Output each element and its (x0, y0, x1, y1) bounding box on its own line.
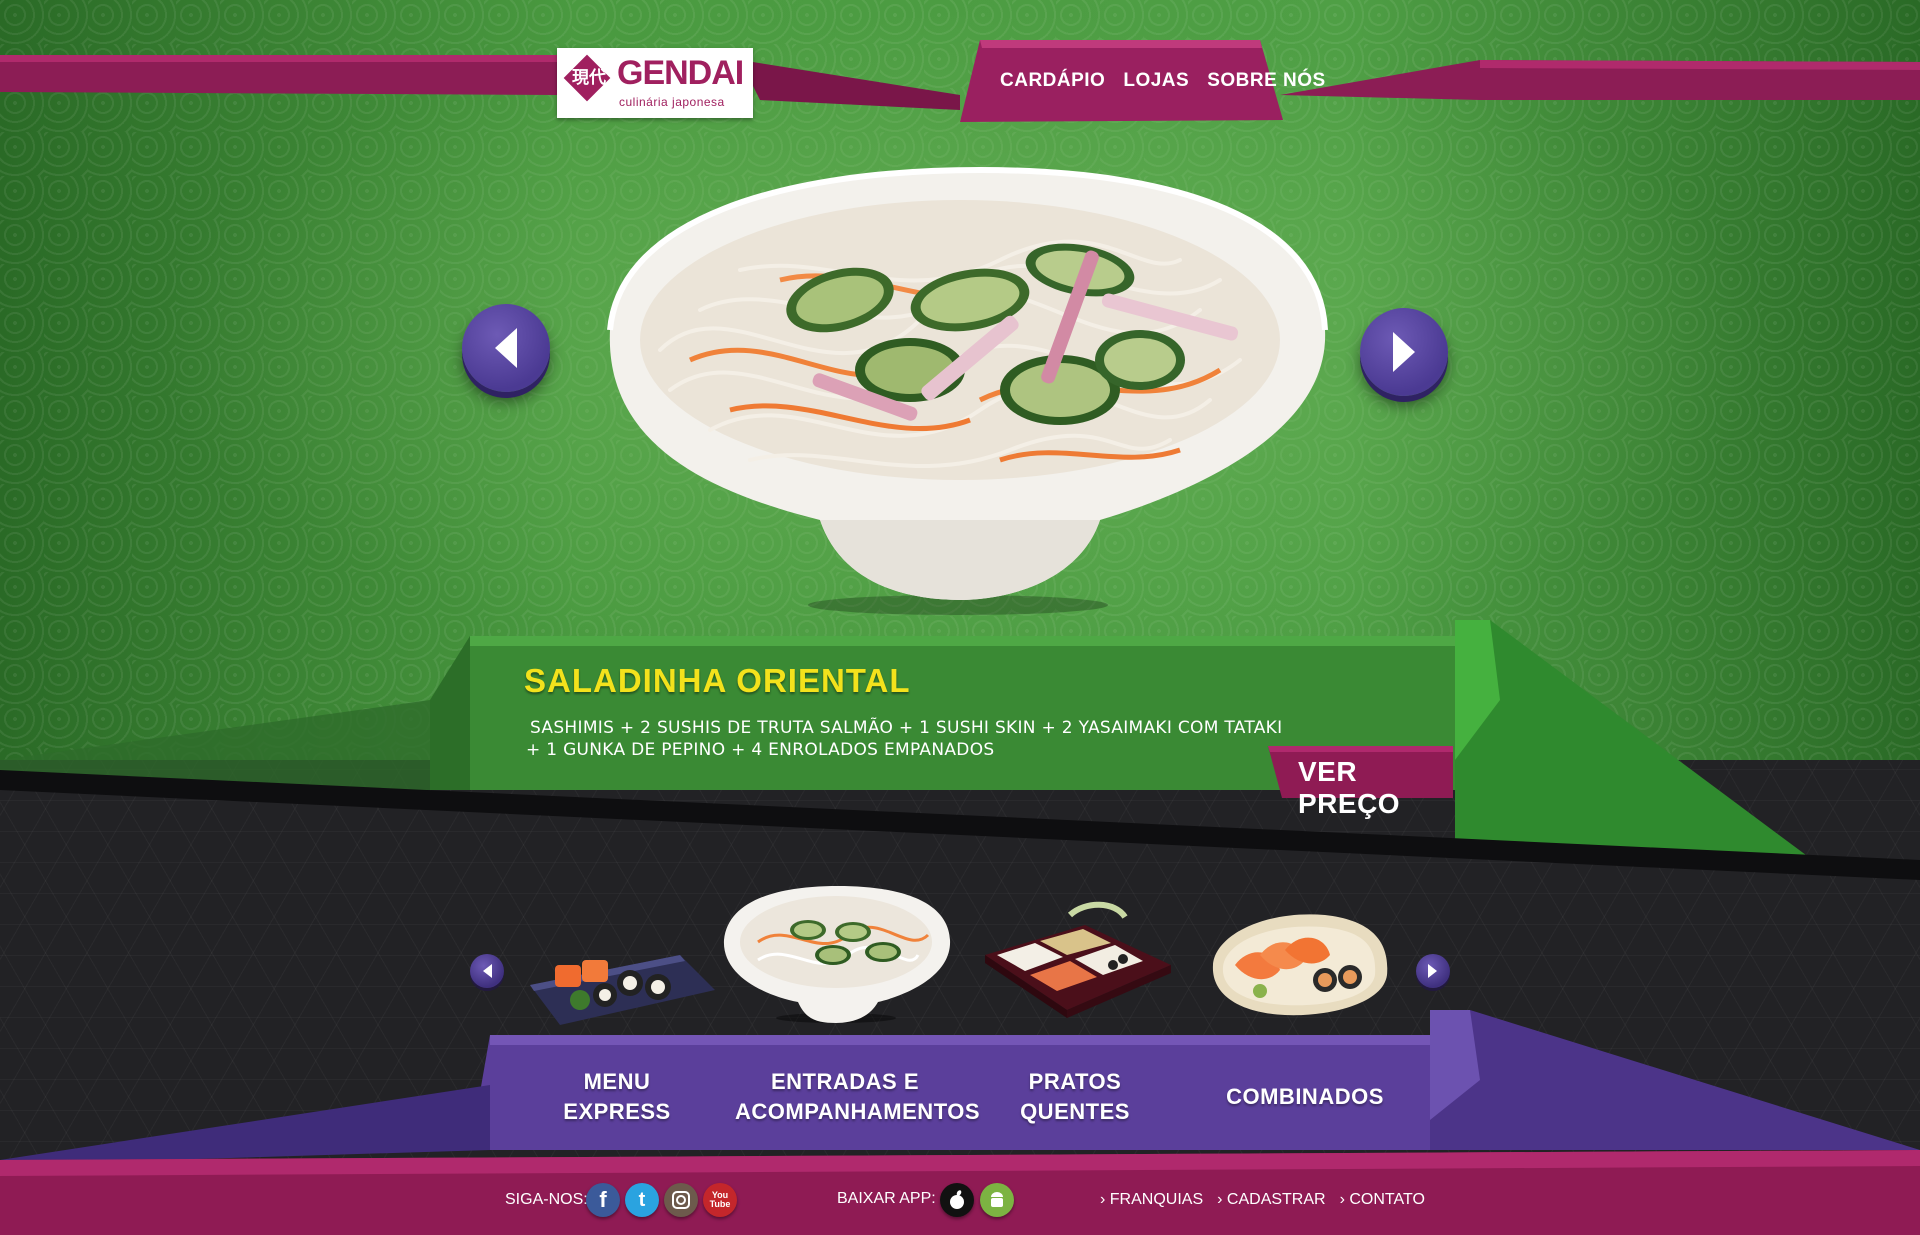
app-links (940, 1183, 1014, 1217)
chevron-right-icon (1428, 964, 1437, 978)
main-nav: CARDÁPIO LOJAS SOBRE NÓS (1000, 70, 1326, 92)
youtube-glyph-2: Tube (709, 1199, 731, 1209)
logo[interactable]: 現代 GENDAI culinária japonesa (557, 48, 753, 118)
category-combinados-label: COMBINADOS (1226, 1084, 1384, 1109)
footer-links: › FRANQUIAS › CADASTRAR › CONTATO (1100, 1191, 1425, 1209)
nav-lojas[interactable]: LOJAS (1123, 70, 1189, 92)
category-menu-express-line2: EXPRESS (563, 1099, 671, 1124)
hero-next-button[interactable] (1360, 308, 1448, 396)
twitter-icon[interactable]: t (625, 1183, 659, 1217)
footer-link-contato-label: CONTATO (1349, 1191, 1425, 1208)
youtube-icon[interactable]: You Tube (703, 1183, 737, 1217)
android-shape (991, 1192, 1003, 1207)
footer-link-contato[interactable]: › CONTATO (1340, 1191, 1425, 1209)
chevron-right-icon (1393, 332, 1415, 372)
chevron-left-icon (495, 328, 517, 368)
nav-sobre-nos[interactable]: SOBRE NÓS (1207, 70, 1326, 92)
thumb-next-button[interactable] (1416, 954, 1450, 988)
footer-link-franquias-label: FRANQUIAS (1109, 1191, 1204, 1208)
logo-tagline: culinária japonesa (619, 95, 725, 109)
facebook-glyph: f (599, 1187, 607, 1212)
app-label: BAIXAR APP: (837, 1190, 936, 1207)
category-menu-express-line1: MENU (583, 1069, 651, 1094)
twitter-glyph: t (638, 1188, 646, 1211)
follow-label: SIGA-NOS: (505, 1191, 588, 1208)
android-icon[interactable] (980, 1183, 1014, 1217)
category-entradas-line2: ACOMPANHAMENTOS (735, 1099, 981, 1124)
category-combinados[interactable]: COMBINADOS (1205, 1082, 1405, 1112)
ver-preco-button[interactable]: VER PREÇO (1268, 746, 1453, 819)
thumb-prev-button[interactable] (470, 954, 504, 988)
featured-title: SALADINHA ORIENTAL (524, 662, 911, 699)
featured-description-2: + 1 GUNKA DE PEPINO + 4 ENROLADOS EMPANA… (526, 740, 995, 760)
category-entradas-line1: ENTRADAS E (770, 1069, 919, 1094)
nav-cardapio[interactable]: CARDÁPIO (1000, 70, 1105, 92)
facebook-icon[interactable]: f (586, 1183, 620, 1217)
footer-link-cadastrar-label: CADASTRAR (1226, 1191, 1326, 1208)
apple-icon[interactable] (940, 1183, 974, 1217)
chevron-left-icon (483, 964, 492, 978)
category-menu-express[interactable]: MENU EXPRESS (517, 1067, 717, 1127)
logo-wordmark: GENDAI (617, 54, 744, 92)
instagram-camera (672, 1191, 690, 1209)
thumb-sashimi-plate[interactable] (1205, 895, 1395, 1035)
instagram-icon[interactable] (664, 1183, 698, 1217)
category-entradas[interactable]: ENTRADAS E ACOMPANHAMENTOS (735, 1067, 981, 1127)
footer-link-franquias[interactable]: › FRANQUIAS (1100, 1191, 1203, 1209)
featured-dish-image (607, 166, 1328, 615)
social-links: f t You Tube (586, 1183, 737, 1217)
featured-description-1: SASHIMIS + 2 SUSHIS DE TRUTA SALMÃO + 1 … (530, 718, 1283, 738)
ver-preco-label: VER PREÇO (1298, 756, 1401, 819)
category-pratos-quentes[interactable]: PRATOS QUENTES (975, 1067, 1175, 1127)
category-pratos-quentes-line1: PRATOS (1028, 1069, 1122, 1094)
hero-prev-button[interactable] (462, 304, 550, 392)
apple-shape (950, 1190, 964, 1209)
thumb-bento-box[interactable] (975, 895, 1175, 1035)
category-pratos-quentes-line2: QUENTES (1020, 1099, 1130, 1124)
footer-link-cadastrar[interactable]: › CADASTRAR (1217, 1191, 1325, 1209)
logo-kanji: 現代 (572, 68, 606, 88)
thumb-sushi-platter[interactable] (520, 895, 720, 1035)
thumb-saladinha-oriental[interactable] (718, 880, 954, 1026)
